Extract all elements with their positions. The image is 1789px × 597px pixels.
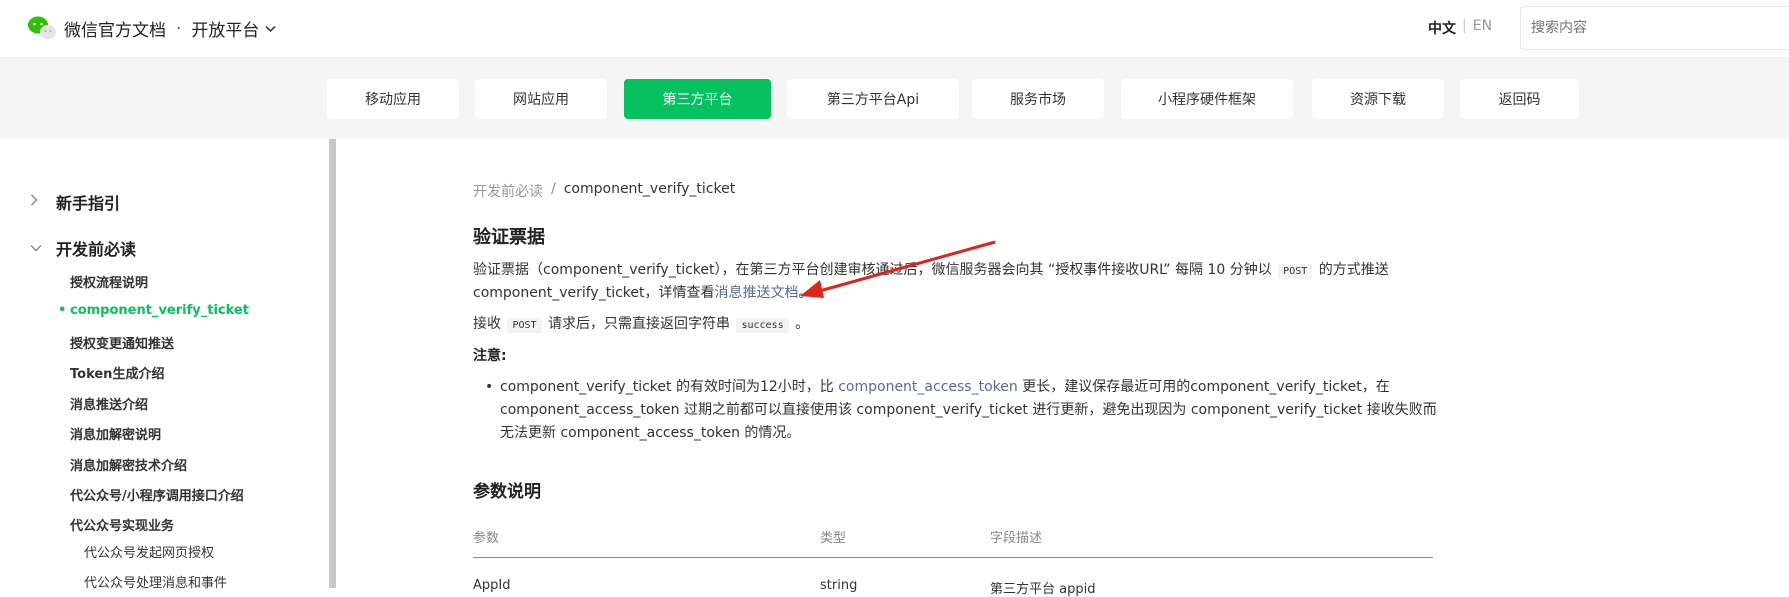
receive-text: 请求后，只需直接返回字符串: [548, 316, 730, 332]
inline-code: success: [736, 318, 789, 333]
nav-website-app[interactable]: 网站应用: [475, 79, 607, 119]
wechat-logo[interactable]: [27, 15, 57, 41]
breadcrumb-parent[interactable]: 开发前必读: [473, 181, 543, 201]
message-push-doc-link[interactable]: 消息推送文档: [715, 285, 799, 301]
nav-mini-program-hardware[interactable]: 小程序硬件框架: [1121, 79, 1293, 119]
product-nav: 移动应用 网站应用 第三方平台 第三方平台Api 服务市场 小程序硬件框架 资源…: [0, 58, 1789, 139]
note-text: component_verify_ticket 的有效时间为12小时，比 com…: [500, 376, 1440, 445]
receive-paragraph: 接收 POST 请求后，只需直接返回字符串 success 。: [473, 312, 809, 338]
sidebar-item-message-push[interactable]: 消息推送介绍: [70, 394, 148, 413]
note-heading: 注意:: [473, 348, 507, 364]
intro-text: 的方式推送: [1318, 262, 1389, 278]
bullet-dot: •: [485, 379, 494, 395]
intro-paragraph-line2: component_verify_ticket，详情查看消息推送文档。: [473, 281, 813, 305]
sidebar-subitem-messages-events[interactable]: 代公众号处理消息和事件: [84, 572, 227, 591]
breadcrumb-current: component_verify_ticket: [563, 181, 736, 197]
breadcrumb-separator: /: [551, 181, 556, 197]
sidebar-item-auth-flow[interactable]: 授权流程说明: [70, 272, 148, 291]
nav-third-party-platform[interactable]: 第三方平台: [624, 79, 771, 119]
sidebar-item-token-intro[interactable]: Token生成介绍: [70, 363, 164, 382]
search-input[interactable]: [1520, 6, 1789, 50]
sidebar-scrollbar[interactable]: [329, 139, 336, 588]
sidebar-section-pre-dev[interactable]: 开发前必读: [30, 236, 136, 260]
intro-text: component_verify_ticket，详情查看: [473, 285, 715, 301]
sidebar-item-proxy-api[interactable]: 代公众号/小程序调用接口介绍: [70, 485, 244, 504]
nav-return-codes[interactable]: 返回码: [1460, 79, 1579, 119]
sidebar-section-beginner[interactable]: 新手指引: [30, 190, 120, 214]
breadcrumb: 开发前必读 / component_verify_ticket: [473, 181, 735, 201]
page-title: 验证票据: [473, 227, 545, 248]
nav-third-party-api[interactable]: 第三方平台Api: [787, 79, 959, 119]
top-header: 微信官方文档 · 开放平台 中文 | EN: [0, 0, 1789, 58]
table-cell-type: string: [820, 578, 858, 593]
table-cell-param: AppId: [473, 578, 511, 593]
sidebar-item-component-verify-ticket[interactable]: component_verify_ticket: [58, 303, 249, 318]
sidebar-item-auth-change-push[interactable]: 授权变更通知推送: [70, 333, 174, 352]
chevron-down-icon: [30, 241, 56, 256]
sidebar-item-proxy-business[interactable]: 代公众号实现业务: [70, 515, 174, 534]
brand-title: 微信官方文档: [64, 21, 166, 41]
table-header-param: 参数: [473, 531, 500, 546]
receive-text: 接收: [473, 316, 501, 332]
table-header-type: 类型: [820, 531, 847, 546]
params-heading: 参数说明: [473, 482, 541, 502]
nav-resource-download[interactable]: 资源下载: [1312, 79, 1444, 119]
chevron-down-icon: [265, 22, 276, 36]
language-switch: 中文 | EN: [1428, 18, 1492, 38]
inline-code: POST: [507, 318, 542, 333]
brand-dot: ·: [176, 18, 182, 39]
sidebar-section-label: 开发前必读: [56, 240, 137, 259]
nav-mobile-app[interactable]: 移动应用: [327, 79, 459, 119]
sidebar-subitem-web-auth[interactable]: 代公众号发起网页授权: [84, 542, 214, 561]
lang-zh[interactable]: 中文: [1428, 18, 1456, 38]
lang-separator: |: [1462, 18, 1467, 34]
annotation-arrow: [800, 240, 996, 298]
brand[interactable]: 微信官方文档 · 开放平台: [64, 16, 276, 41]
receive-text: 。: [795, 316, 810, 332]
table-header-description: 字段描述: [990, 531, 1043, 546]
brand-product: 开放平台: [191, 21, 260, 41]
inline-code: POST: [1278, 264, 1313, 279]
nav-service-market[interactable]: 服务市场: [972, 79, 1104, 119]
sidebar-item-encrypt-tech[interactable]: 消息加解密技术介绍: [70, 455, 187, 474]
note-text-a: component_verify_ticket 的有效时间为12小时，比: [500, 379, 834, 395]
component-access-token-link[interactable]: component_access_token: [838, 379, 1018, 395]
sidebar-section-label: 新手指引: [56, 194, 121, 213]
chevron-right-icon: [30, 194, 56, 210]
table-header-divider: [473, 557, 1433, 558]
sidebar-item-encrypt-desc[interactable]: 消息加解密说明: [70, 424, 161, 443]
lang-en[interactable]: EN: [1473, 18, 1492, 38]
